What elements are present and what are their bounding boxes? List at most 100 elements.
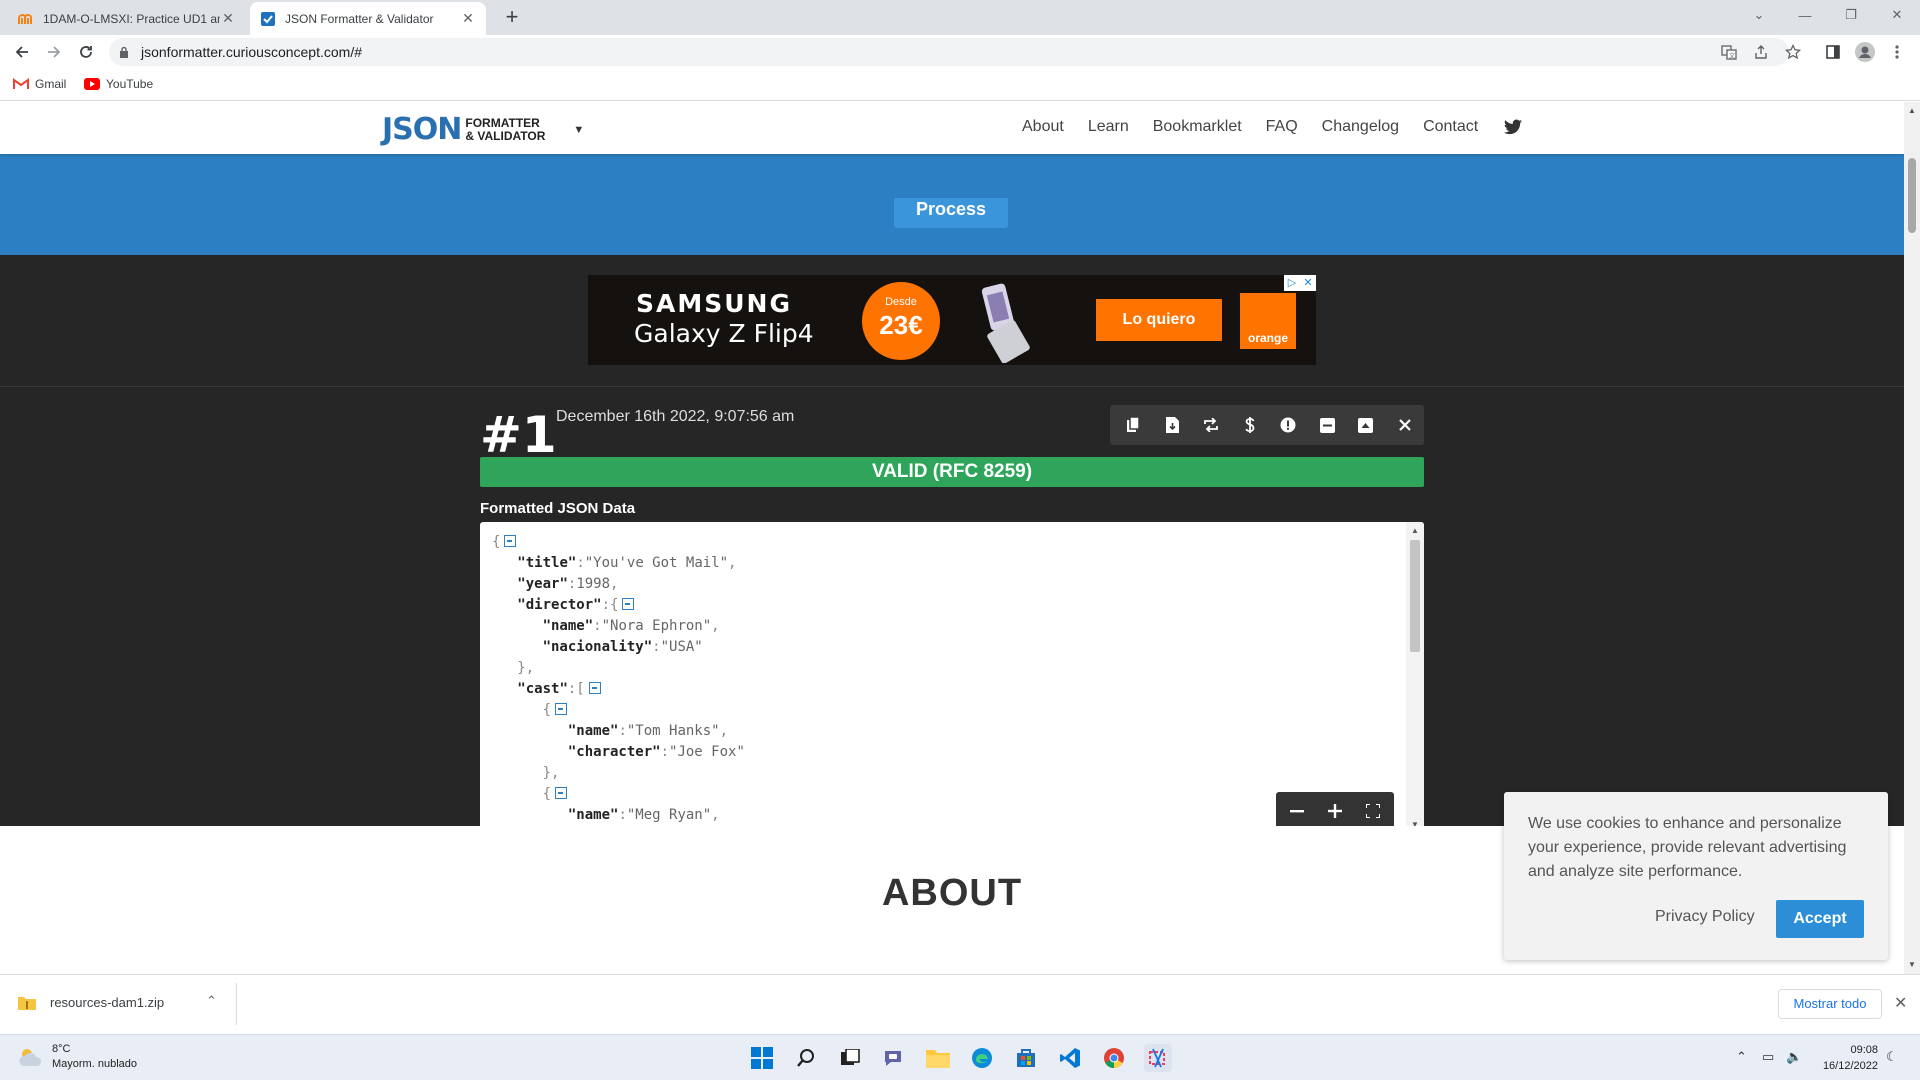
ad-operator-logo: orange: [1240, 293, 1296, 349]
input-section: Process: [0, 154, 1904, 255]
code-line: },: [492, 658, 804, 679]
accept-cookies-button[interactable]: Accept: [1776, 900, 1864, 938]
close-tab-icon[interactable]: ✕: [220, 10, 236, 27]
zoom-out-button[interactable]: [1278, 792, 1316, 830]
formatted-json-label: Formatted JSON Data: [480, 500, 636, 517]
editor-scroll-thumb[interactable]: [1410, 540, 1420, 652]
ad-cta-button[interactable]: Lo quiero: [1096, 299, 1222, 341]
chat-icon: [885, 1051, 901, 1066]
collapse-button[interactable]: [1308, 405, 1347, 445]
expand-button[interactable]: [1347, 405, 1386, 445]
close-result-button[interactable]: [1385, 405, 1424, 445]
collapse-toggle-icon[interactable]: [588, 682, 601, 694]
download-button[interactable]: [1153, 405, 1192, 445]
profile-avatar-icon[interactable]: [1854, 41, 1876, 63]
json-punct: [492, 681, 517, 697]
tab-json-formatter[interactable]: JSON Formatter & Validator ✕: [250, 2, 486, 35]
code-line: "name":"Meg Ryan",: [492, 805, 804, 826]
bookmark-youtube[interactable]: YouTube: [84, 77, 153, 91]
code-line: "name":"Tom Hanks",: [492, 721, 804, 742]
phone-image-icon: [981, 283, 1030, 363]
code-line: },: [492, 763, 804, 784]
bookmark-star-icon[interactable]: [1782, 41, 1804, 63]
site-logo[interactable]: JSON FORMATTER & VALIDATOR ▼: [382, 112, 584, 147]
dollar-button[interactable]: [1230, 405, 1269, 445]
collapse-toggle-icon[interactable]: [622, 598, 635, 610]
tab-moodle[interactable]: 1DAM-O-LMSXI: Practice UD1 an ✕: [8, 2, 246, 35]
zoom-in-button[interactable]: [1316, 792, 1354, 830]
process-button[interactable]: Process: [894, 198, 1008, 228]
ad-close-icon[interactable]: ✕: [1300, 275, 1316, 291]
restore-button[interactable]: ❐: [1828, 0, 1874, 30]
address-bar[interactable]: jsonformatter.curiousconcept.com/#: [109, 38, 1789, 66]
nav-changelog[interactable]: Changelog: [1322, 118, 1399, 136]
task-view[interactable]: [836, 1044, 864, 1072]
fullscreen-button[interactable]: [1354, 792, 1392, 830]
caret-down-icon[interactable]: ▼: [573, 124, 584, 136]
page-scroll-up-icon[interactable]: ▲: [1908, 106, 1916, 115]
copy-button[interactable]: [1114, 405, 1153, 445]
json-editor[interactable]: { "title":"You've Got Mail", "year":1998…: [480, 522, 1424, 842]
nav-learn[interactable]: Learn: [1088, 118, 1129, 136]
page-scrollbar[interactable]: ▲ ▼: [1904, 102, 1920, 974]
share-icon[interactable]: [1750, 41, 1772, 63]
browser-menu-icon[interactable]: [1886, 41, 1908, 63]
privacy-policy-link[interactable]: Privacy Policy: [1655, 908, 1755, 926]
tab-search-chevron-icon[interactable]: ⌄: [1736, 0, 1782, 30]
page-scroll-thumb[interactable]: [1908, 158, 1916, 233]
nav-about[interactable]: About: [1022, 118, 1064, 136]
browser-tab-bar: 1DAM-O-LMSXI: Practice UD1 an ✕ JSON For…: [0, 0, 1920, 35]
new-tab-button[interactable]: +: [500, 6, 524, 28]
samsung-ad-banner[interactable]: SAMSUNG Galaxy Z Flip4 Desde 23€ Lo quie…: [588, 275, 1316, 365]
weather-widget[interactable]: 8°C Mayorm. nublado: [18, 1042, 137, 1072]
collapse-toggle-icon[interactable]: [555, 787, 568, 799]
info-button[interactable]: [1269, 405, 1308, 445]
back-button[interactable]: [10, 40, 34, 64]
reload-button[interactable]: [74, 40, 98, 64]
arrow-right-icon: [48, 46, 61, 58]
moodle-favicon-icon: [18, 13, 32, 24]
collapse-toggle-icon[interactable]: [555, 703, 568, 715]
network-icon[interactable]: ▭: [1762, 1049, 1774, 1065]
nav-faq[interactable]: FAQ: [1266, 118, 1298, 136]
scroll-up-arrow-icon[interactable]: ▲: [1411, 526, 1419, 535]
adchoices-icon[interactable]: ▷: [1284, 275, 1300, 291]
teams-chat[interactable]: [880, 1044, 908, 1072]
download-filename: resources-dam1.zip: [50, 995, 165, 1010]
ad-choices[interactable]: ▷ ✕: [1284, 275, 1316, 291]
close-downloads-icon[interactable]: ✕: [1894, 993, 1907, 1013]
start-button[interactable]: [748, 1044, 776, 1072]
edge-browser[interactable]: [968, 1044, 996, 1072]
page-scroll-down-icon[interactable]: ▼: [1908, 960, 1916, 969]
twitter-icon[interactable]: [1504, 119, 1522, 135]
nav-contact[interactable]: Contact: [1423, 118, 1478, 136]
minimize-button[interactable]: —: [1782, 0, 1828, 30]
nav-bookmarklet[interactable]: Bookmarklet: [1153, 118, 1242, 136]
close-window-button[interactable]: ✕: [1874, 0, 1920, 30]
system-clock[interactable]: 09:08 16/12/2022: [1818, 1042, 1878, 1074]
show-all-downloads-button[interactable]: Mostrar todo: [1778, 989, 1882, 1019]
chrome[interactable]: [1100, 1044, 1128, 1072]
editor-scrollbar[interactable]: ▲ ▼: [1406, 522, 1424, 842]
microsoft-store[interactable]: [1012, 1044, 1040, 1072]
json-punct: :: [618, 807, 627, 823]
json-key: "name": [567, 807, 619, 823]
snipping-tool[interactable]: [1144, 1044, 1172, 1072]
show-hidden-icons-chevron-icon[interactable]: ⌃: [1736, 1049, 1747, 1065]
file-explorer[interactable]: [924, 1044, 952, 1072]
download-item[interactable]: resources-dam1.zip: [18, 995, 164, 1010]
collapse-toggle-icon[interactable]: [504, 535, 517, 547]
close-tab-icon[interactable]: ✕: [460, 10, 476, 27]
vscode[interactable]: [1056, 1044, 1084, 1072]
bookmark-gmail[interactable]: Gmail: [13, 77, 66, 91]
taskbar-search[interactable]: [792, 1044, 820, 1072]
forward-button[interactable]: [42, 40, 66, 64]
notifications-moon-icon[interactable]: ☾: [1886, 1049, 1898, 1065]
json-key: "cast": [517, 681, 568, 697]
code-line: {: [492, 784, 804, 805]
side-panel-icon[interactable]: [1822, 41, 1844, 63]
translate-icon[interactable]: 文: [1718, 41, 1740, 63]
chevron-up-icon[interactable]: ⌃: [206, 993, 217, 1009]
volume-muted-icon[interactable]: 🔈: [1786, 1049, 1802, 1065]
convert-button[interactable]: [1192, 405, 1231, 445]
